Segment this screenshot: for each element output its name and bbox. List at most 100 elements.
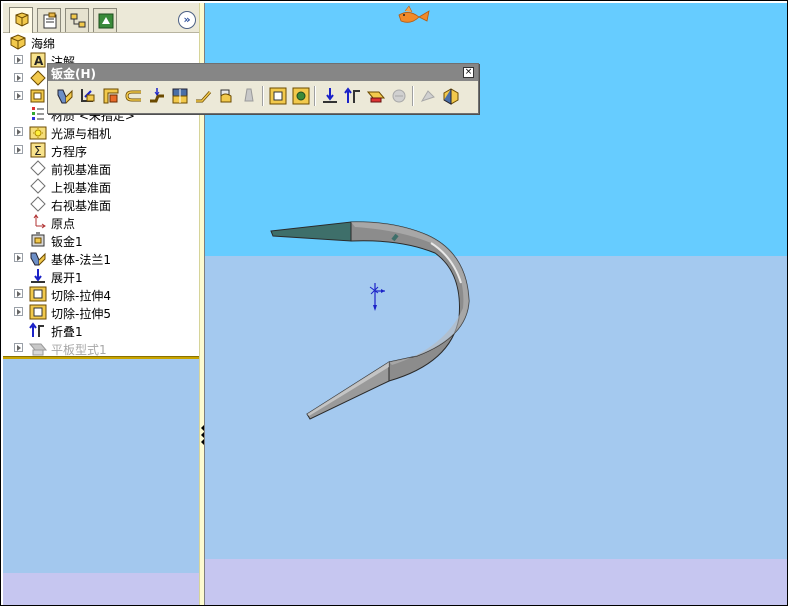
expand-icon[interactable] <box>14 289 23 298</box>
toolbar-separator <box>262 86 264 106</box>
feature-manager-empty-area <box>3 359 199 605</box>
expand-icon[interactable] <box>14 55 23 64</box>
tree-item-flat-pattern[interactable]: 平板型式1 <box>3 339 199 357</box>
sheet-metal-toolbar[interactable]: 钣金(H) × <box>47 63 479 114</box>
expand-icon[interactable] <box>14 343 23 352</box>
annotations-icon: A <box>30 52 46 68</box>
extruded-cut-button[interactable] <box>267 85 289 107</box>
sketched-bend-icon <box>196 91 212 103</box>
tree-item-unfold[interactable]: 展开1 <box>3 267 199 285</box>
svg-text:Σ: Σ <box>34 144 42 158</box>
plane-icon <box>30 178 46 194</box>
tree-item-label: 方程序 <box>51 145 88 159</box>
tab-dimxpert[interactable] <box>93 8 117 32</box>
flatten-icon <box>367 91 385 103</box>
dimxpert-icon <box>98 13 114 29</box>
flatten-button[interactable] <box>365 85 387 107</box>
feature-manager-icon <box>15 12 29 27</box>
no-bends-icon <box>392 89 406 103</box>
tree-item-top-plane[interactable]: 上视基准面 <box>3 177 199 195</box>
expand-icon[interactable] <box>14 73 23 82</box>
cut-extrude-icon <box>29 286 47 302</box>
toolbar-title: 钣金(H) <box>51 67 97 81</box>
expand-icon[interactable] <box>14 253 23 262</box>
simple-hole-button[interactable] <box>290 85 312 107</box>
tree-item-label: 右视基准面 <box>51 199 112 213</box>
material-icon <box>30 70 46 86</box>
plane-icon <box>30 196 46 212</box>
fold-button[interactable] <box>342 85 364 107</box>
equations-icon: Σ <box>30 142 46 158</box>
tree-item-label: 原点 <box>51 217 76 231</box>
feature-manager-bottom-area <box>3 573 199 605</box>
material-unspecified-icon <box>32 107 44 120</box>
simple-hole-icon <box>292 87 310 105</box>
tree-item-part[interactable]: 海绵 <box>3 33 199 51</box>
expand-icon[interactable] <box>14 127 23 136</box>
tree-item-label: 上视基准面 <box>51 181 112 195</box>
insert-bends-button[interactable] <box>440 85 462 107</box>
splitter-arrow-icon <box>201 439 204 445</box>
break-corner-button[interactable] <box>238 85 260 107</box>
closed-corner-icon <box>220 89 232 103</box>
cut-extrude-icon <box>29 304 47 320</box>
feature-manager-tabs: » <box>3 3 199 33</box>
tree-item-label: 切除-拉伸5 <box>51 307 111 321</box>
closed-corner-button[interactable] <box>215 85 237 107</box>
svg-text:A: A <box>34 54 44 68</box>
lights-cameras-icon <box>29 126 47 140</box>
rip-icon <box>420 90 435 102</box>
edge-flange-icon <box>103 88 119 104</box>
extruded-cut-icon <box>269 87 287 105</box>
expand-icon[interactable] <box>14 145 23 154</box>
expand-icon[interactable] <box>14 91 23 100</box>
tab-feature-tree[interactable] <box>9 7 33 33</box>
expand-panel-button[interactable]: » <box>178 11 196 29</box>
tree-item-label: 海绵 <box>31 37 56 51</box>
base-flange-button[interactable] <box>54 85 76 107</box>
hem-button[interactable] <box>123 85 145 107</box>
rip-button[interactable] <box>417 85 439 107</box>
origin-triad-icon <box>369 283 385 311</box>
lofted-bend-button[interactable] <box>169 85 191 107</box>
tree-item-label: 展开1 <box>51 271 83 285</box>
tree-item-base-flange[interactable]: 基体-法兰1 <box>3 249 199 267</box>
splitter-arrow-icon <box>201 425 204 431</box>
toolbar-close-button[interactable]: × <box>463 67 474 78</box>
display-states-icon <box>30 89 45 103</box>
part-icon <box>10 34 26 50</box>
tree-item-lights-cameras[interactable]: 光源与相机 <box>3 123 199 141</box>
origin-icon <box>33 214 46 229</box>
toolbar-titlebar[interactable]: 钣金(H) × <box>48 64 478 81</box>
tree-item-cut-extrude-5[interactable]: 切除-拉伸5 <box>3 303 199 321</box>
jog-button[interactable] <box>146 85 168 107</box>
tree-item-label: 光源与相机 <box>51 127 112 141</box>
fish-icon <box>398 5 430 23</box>
tree-item-cut-extrude-4[interactable]: 切除-拉伸4 <box>3 285 199 303</box>
tree-item-fold[interactable]: 折叠1 <box>3 321 199 339</box>
jog-icon <box>150 88 164 103</box>
splitter-arrow-icon <box>201 432 204 438</box>
sketched-bend-button[interactable] <box>192 85 214 107</box>
unfold-icon <box>31 269 45 283</box>
no-bends-button[interactable] <box>388 85 410 107</box>
toolbar-separator <box>412 86 414 106</box>
tree-item-front-plane[interactable]: 前视基准面 <box>3 159 199 177</box>
unfold-button[interactable] <box>319 85 341 107</box>
tree-item-sheet-metal[interactable]: 钣金1 <box>3 231 199 249</box>
tree-item-right-plane[interactable]: 右视基准面 <box>3 195 199 213</box>
expand-icon[interactable] <box>14 307 23 316</box>
fold-icon <box>344 87 360 103</box>
edge-flange-button[interactable] <box>100 85 122 107</box>
toolbar-button-row <box>54 85 474 109</box>
toolbar-separator <box>314 86 316 106</box>
tree-item-equations[interactable]: Σ 方程序 <box>3 141 199 159</box>
tree-item-origin[interactable]: 原点 <box>3 213 199 231</box>
tree-item-label: 切除-拉伸4 <box>51 289 111 303</box>
sheet-metal-part[interactable] <box>270 221 470 420</box>
base-flange-icon <box>30 252 46 266</box>
convert-to-sheet-metal-button[interactable] <box>77 85 99 107</box>
tab-property-manager[interactable] <box>37 8 61 32</box>
base-flange-icon <box>57 89 73 104</box>
tab-configuration-manager[interactable] <box>65 8 89 32</box>
